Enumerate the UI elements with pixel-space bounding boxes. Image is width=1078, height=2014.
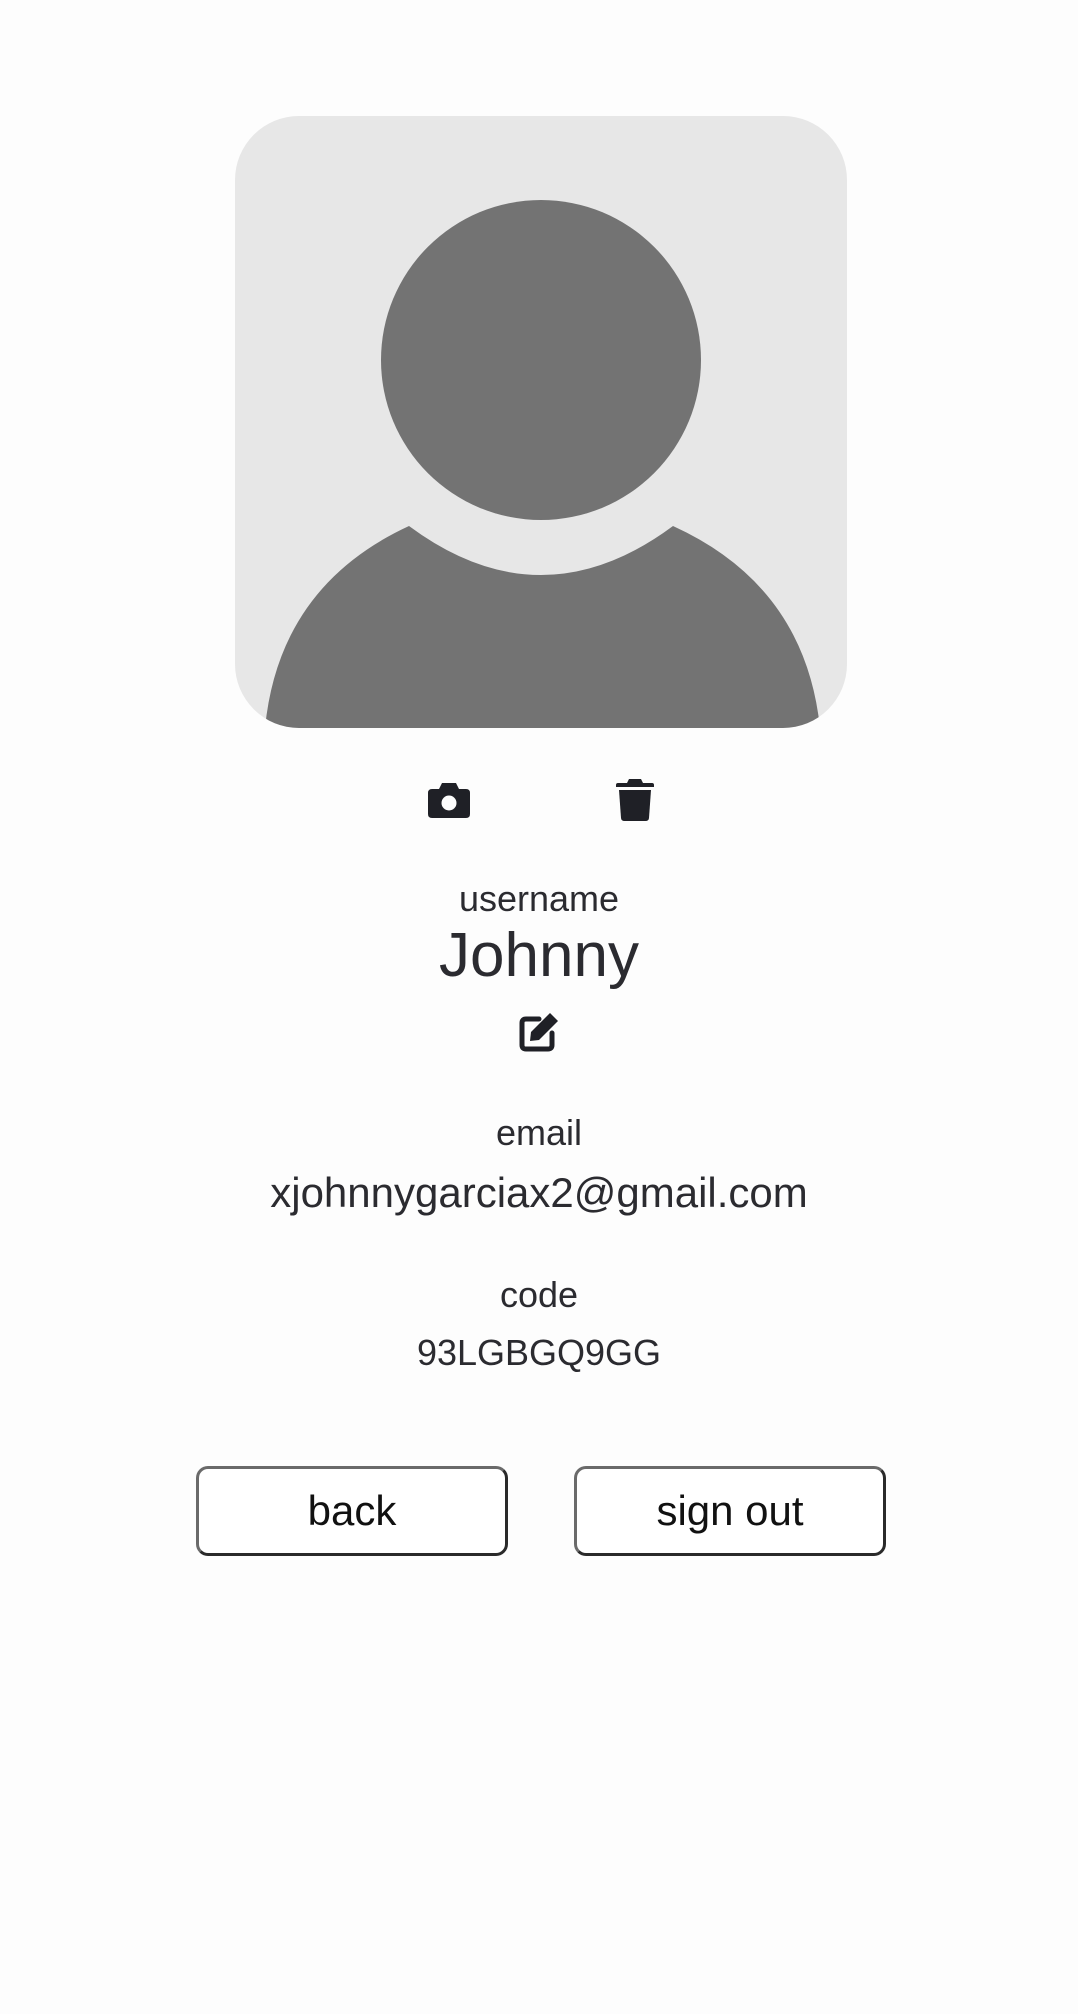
username-label: username — [458, 878, 620, 919]
trash-icon — [616, 779, 654, 821]
profile-screen: username Johnny email xjohnnygarciax2@gm… — [0, 0, 1078, 2014]
avatar — [235, 116, 847, 728]
delete-photo-button[interactable] — [605, 770, 665, 830]
edit-icon — [519, 1013, 558, 1052]
sign-out-button[interactable]: sign out — [574, 1466, 886, 1556]
back-button[interactable]: back — [196, 1466, 508, 1556]
code-value: 93LGBGQ9GG — [416, 1332, 662, 1373]
camera-icon — [428, 783, 470, 818]
change-photo-button[interactable] — [419, 770, 479, 830]
email-label: email — [495, 1112, 583, 1153]
user-silhouette-icon — [265, 200, 820, 728]
code-label: code — [499, 1274, 579, 1315]
username-value: Johnny — [439, 921, 639, 990]
edit-username-button[interactable] — [509, 1002, 569, 1062]
email-value: xjohnnygarciax2@gmail.com — [270, 1169, 808, 1216]
